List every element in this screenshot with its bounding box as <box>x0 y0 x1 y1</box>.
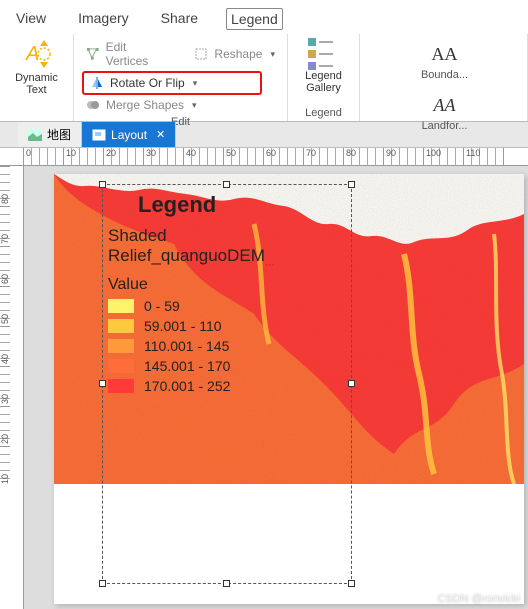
reshape-label: Reshape <box>214 47 262 61</box>
ruler-tick: 20 <box>104 148 144 165</box>
edit-vertices-button[interactable]: Edit Vertices <box>82 38 174 70</box>
tab-share[interactable]: Share <box>157 8 202 30</box>
merge-shapes-label: Merge Shapes <box>106 98 184 112</box>
horizontal-ruler[interactable]: 0102030405060708090100110 <box>24 148 528 166</box>
watermark: CSDN @ronvicki <box>437 593 520 605</box>
dynamic-text-button[interactable]: A Dynamic Text <box>15 38 58 96</box>
legend-gallery-label: Legend Gallery <box>305 70 342 94</box>
layout-icon <box>92 129 106 141</box>
ruler-tick: 30 <box>0 366 10 406</box>
chevron-down-icon: ▾ <box>193 78 198 89</box>
dynamic-text-label: Dynamic Text <box>15 72 58 96</box>
text-symbol-group: AA Bounda... AA Landfor... <box>360 34 528 121</box>
ribbon-tabs: View Imagery Share Legend <box>0 0 528 34</box>
vertical-ruler[interactable]: 8070605040302010 <box>0 166 24 609</box>
ruler-tick: 70 <box>0 206 10 246</box>
ruler-tick: 40 <box>0 326 10 366</box>
ruler-tick: 70 <box>304 148 344 165</box>
chevron-down-icon: ▾ <box>270 49 275 60</box>
ruler-tick: 0 <box>24 148 64 165</box>
svg-text:A: A <box>25 43 39 65</box>
insert-group: A Dynamic Text <box>0 34 74 121</box>
edit-vertices-label: Edit Vertices <box>106 40 171 68</box>
ruler-tick: 50 <box>0 286 10 326</box>
legend-group-label: Legend <box>305 105 342 119</box>
reshape-icon <box>194 47 208 61</box>
tab-view[interactable]: View <box>12 8 50 30</box>
doc-tab-map[interactable]: 地图 <box>18 122 82 147</box>
ruler-tick: 80 <box>0 166 10 206</box>
ruler-tick: 10 <box>0 446 10 486</box>
ruler-tick: 110 <box>464 148 504 165</box>
selection-box[interactable] <box>102 184 352 584</box>
map-icon <box>28 129 42 141</box>
ruler-tick: 60 <box>0 246 10 286</box>
rotate-or-flip-button[interactable]: Rotate Or Flip ▾ <box>82 71 262 95</box>
rotate-flip-label: Rotate Or Flip <box>110 76 185 90</box>
ruler-tick: 90 <box>384 148 424 165</box>
ruler-tick: 10 <box>64 148 104 165</box>
ruler-tick: 100 <box>424 148 464 165</box>
flip-icon <box>90 76 104 90</box>
ruler-tick: 30 <box>144 148 184 165</box>
ruler-tick: 40 <box>184 148 224 165</box>
legend-gallery-button[interactable]: Legend Gallery <box>305 38 342 94</box>
edit-vertices-icon <box>86 47 100 61</box>
legend-group: Legend Gallery Legend <box>288 34 360 121</box>
dynamic-text-icon: A <box>20 38 52 70</box>
ruler-tick: 80 <box>344 148 384 165</box>
text-style-boundary[interactable]: AA Bounda... <box>370 44 519 81</box>
ruler-tick: 50 <box>224 148 264 165</box>
text-style-landform[interactable]: AA Landfor... <box>370 95 519 132</box>
text-style-label: Landfor... <box>422 120 468 132</box>
legend-gallery-icon <box>308 38 340 68</box>
layout-page: Legend Shaded Relief_quanguoDEM… Value 0… <box>54 174 524 604</box>
reshape-button[interactable]: Reshape ▾ <box>190 38 279 70</box>
ruler-tick: 20 <box>0 406 10 446</box>
tab-legend[interactable]: Legend <box>226 8 283 30</box>
doc-tab-layout[interactable]: Layout ✕ <box>82 122 176 147</box>
edit-group: Edit Vertices Reshape ▾ Rotate Or Flip ▾… <box>74 34 288 121</box>
text-style-label: Bounda... <box>421 69 468 81</box>
text-style-preview: AA <box>434 95 456 116</box>
merge-shapes-button[interactable]: Merge Shapes ▾ <box>82 96 279 114</box>
doc-tab-label: Layout <box>111 128 147 142</box>
doc-tab-label: 地图 <box>47 126 71 143</box>
close-icon[interactable]: ✕ <box>156 128 165 141</box>
merge-shapes-icon <box>86 98 100 112</box>
tab-imagery[interactable]: Imagery <box>74 8 133 30</box>
layout-canvas[interactable]: Legend Shaded Relief_quanguoDEM… Value 0… <box>24 166 528 609</box>
text-style-preview: AA <box>432 44 458 65</box>
ribbon: A Dynamic Text Edit Vertices Reshape ▾ <box>0 34 528 122</box>
chevron-down-icon: ▾ <box>192 100 197 111</box>
ruler-corner <box>0 148 24 166</box>
workspace: 0102030405060708090100110 80706050403020… <box>0 148 528 609</box>
ruler-tick: 60 <box>264 148 304 165</box>
